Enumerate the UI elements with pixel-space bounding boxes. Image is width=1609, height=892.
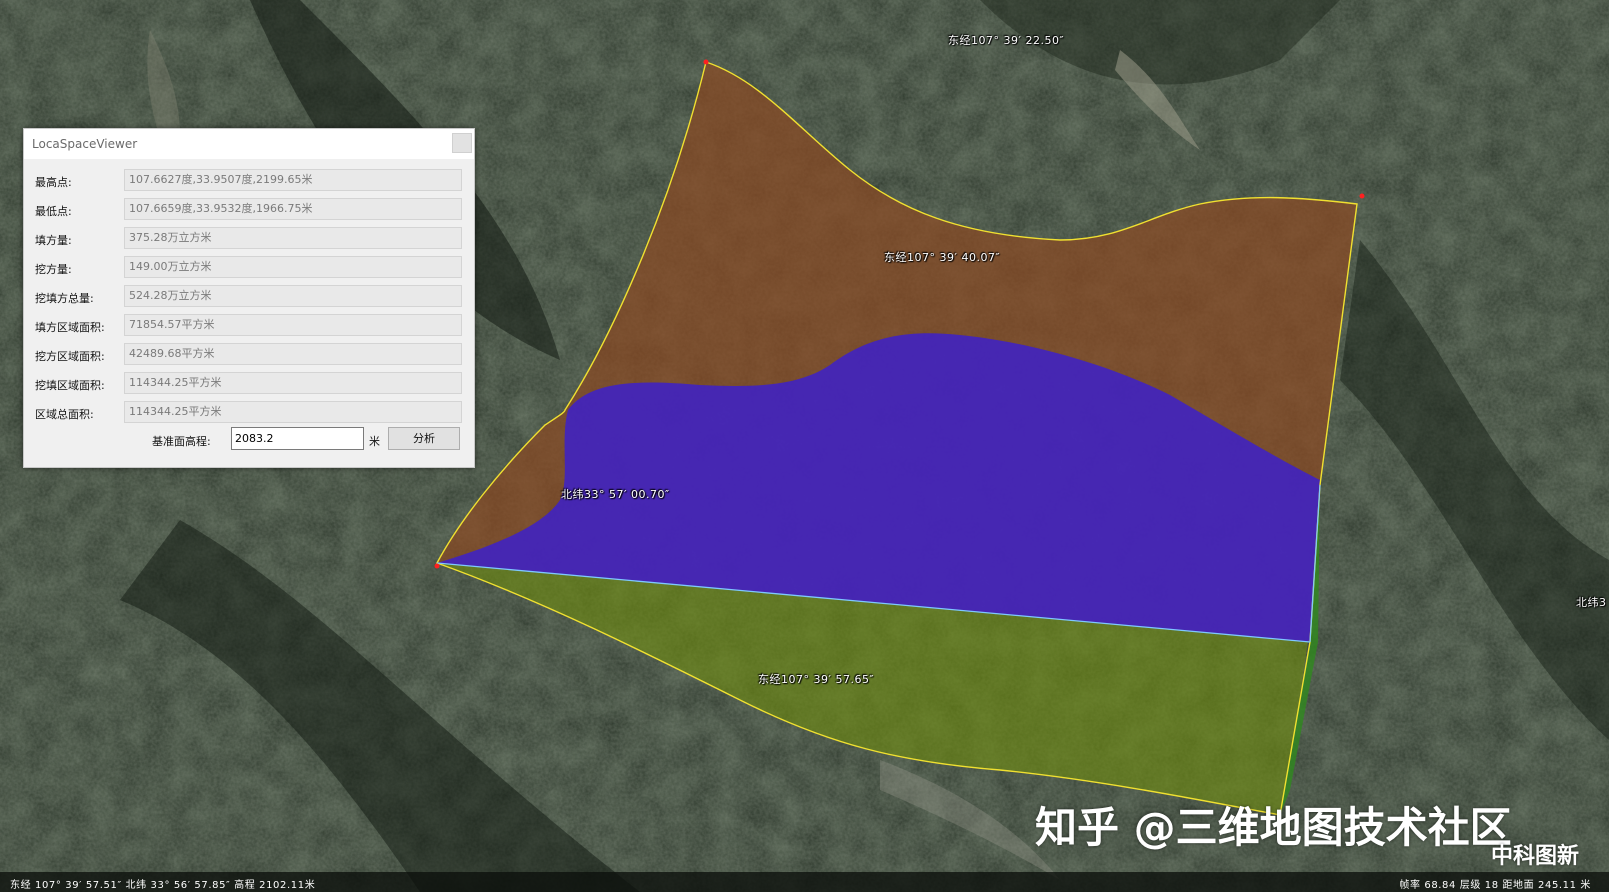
map-view[interactable]: 东经107° 39′ 22.50″ 东经107° 39′ 40.07″ 北纬33… xyxy=(0,0,1609,892)
longitude-label: 东经107° 39′ 22.50″ xyxy=(948,34,1065,47)
field-fill-volume: 填方量: 375.28万立方米 xyxy=(24,227,474,251)
field-value: 114344.25平方米 xyxy=(124,401,462,423)
field-label: 最高点: xyxy=(35,176,72,189)
field-highest-point: 最高点: 107.6627度,33.9507度,2199.65米 xyxy=(24,169,474,193)
field-label: 填方区域面积: xyxy=(35,321,105,334)
field-value: 524.28万立方米 xyxy=(124,285,462,307)
field-label: 挖方量: xyxy=(35,263,72,276)
longitude-label: 东经107° 39′ 40.07″ xyxy=(884,251,1001,264)
dialog-title: LocaSpaceViewer xyxy=(32,137,138,151)
dialog-titlebar[interactable]: LocaSpaceViewer xyxy=(24,129,474,159)
longitude-label: 东经107° 39′ 57.65″ xyxy=(758,673,875,686)
field-total-volume: 挖填方总量: 524.28万立方米 xyxy=(24,285,474,309)
field-value: 114344.25平方米 xyxy=(124,372,462,394)
field-value: 149.00万立方米 xyxy=(124,256,462,278)
status-bar: 东经 107° 39′ 57.51″ 北纬 33° 56′ 57.85″ 高程 … xyxy=(0,872,1609,892)
field-total-area: 区域总面积: 114344.25平方米 xyxy=(24,401,474,425)
field-value: 107.6659度,33.9532度,1966.75米 xyxy=(124,198,462,220)
vertex-marker xyxy=(1359,193,1365,199)
field-value: 375.28万立方米 xyxy=(124,227,462,249)
field-cut-fill-area: 挖填区域面积: 114344.25平方米 xyxy=(24,372,474,396)
field-label: 挖方区域面积: xyxy=(35,350,105,363)
field-value: 107.6627度,33.9507度,2199.65米 xyxy=(124,169,462,191)
field-fill-area: 填方区域面积: 71854.57平方米 xyxy=(24,314,474,338)
field-cut-area: 挖方区域面积: 42489.68平方米 xyxy=(24,343,474,367)
cursor-coordinates: 东经 107° 39′ 57.51″ 北纬 33° 56′ 57.85″ 高程 … xyxy=(10,880,316,891)
field-cut-volume: 挖方量: 149.00万立方米 xyxy=(24,256,474,280)
cut-fill-analysis-dialog: LocaSpaceViewer 最高点: 107.6627度,33.9507度,… xyxy=(23,128,475,468)
render-stats: 帧率 68.84 层级 18 距地面 245.11 米 xyxy=(1399,880,1591,891)
watermark-text: 知乎 @三维地图技术社区 xyxy=(1035,803,1512,852)
field-label: 挖填区域面积: xyxy=(35,379,105,392)
watermark-brand: 中科图新 xyxy=(1491,844,1580,869)
vertex-marker xyxy=(434,563,440,569)
base-elevation-input[interactable] xyxy=(231,427,364,450)
field-lowest-point: 最低点: 107.6659度,33.9532度,1966.75米 xyxy=(24,198,474,222)
field-label: 最低点: xyxy=(35,205,72,218)
base-elevation-unit: 米 xyxy=(369,435,380,448)
base-elevation-label: 基准面高程: xyxy=(152,435,211,448)
field-value: 42489.68平方米 xyxy=(124,343,462,365)
field-label: 填方量: xyxy=(35,234,72,247)
field-label: 区域总面积: xyxy=(35,408,94,421)
analyze-button[interactable]: 分析 xyxy=(388,427,460,450)
latitude-label: 北纬33° 57′ 00.70″ xyxy=(561,488,670,501)
vertex-marker xyxy=(703,59,709,65)
field-label: 挖填方总量: xyxy=(35,292,94,305)
close-button[interactable] xyxy=(452,133,472,153)
latitude-label: 北纬3 xyxy=(1576,596,1607,609)
field-value: 71854.57平方米 xyxy=(124,314,462,336)
